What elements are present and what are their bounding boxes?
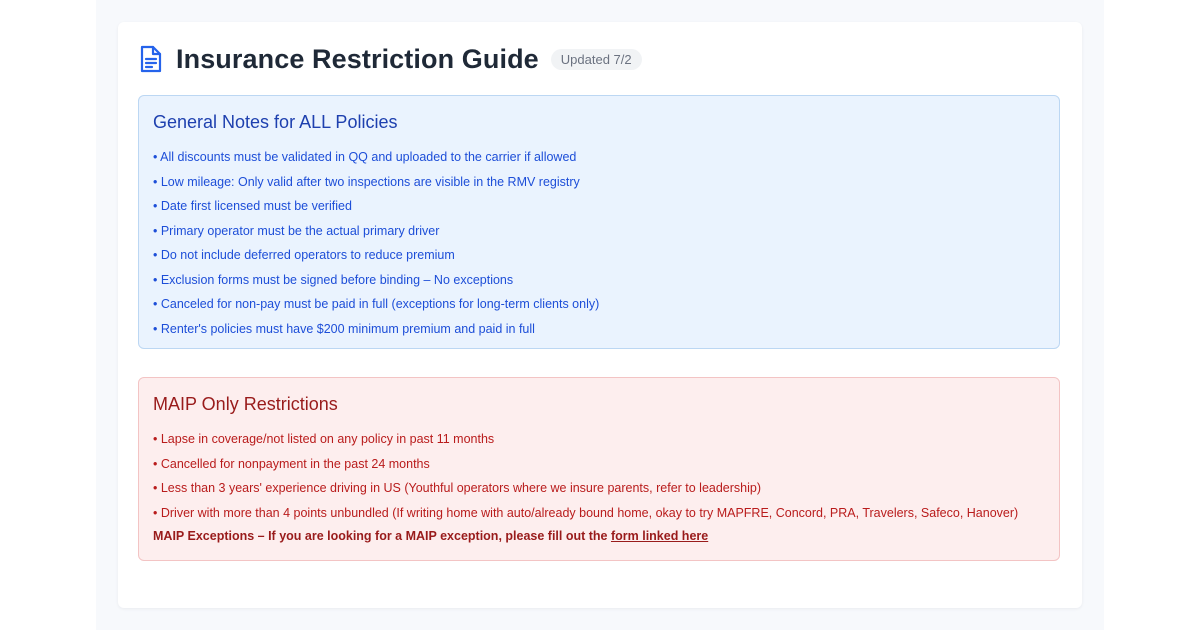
general-notes-panel: General Notes for ALL Policies • All dis…: [138, 95, 1060, 349]
list-item: • Do not include deferred operators to r…: [153, 248, 455, 262]
maip-exception-note: MAIP Exceptions – If you are looking for…: [153, 529, 1045, 543]
updated-badge: Updated 7/2: [550, 48, 642, 70]
list-item: • Less than 3 years' experience driving …: [153, 481, 762, 495]
list-item: • Exclusion forms must be signed before …: [153, 272, 514, 287]
maip-restrictions-title: MAIP Only Restrictions: [153, 394, 338, 414]
form-link[interactable]: form linked here: [611, 529, 708, 543]
general-notes-title: General Notes for ALL Policies: [153, 112, 398, 132]
list-item: • All discounts must be validated in QQ …: [153, 150, 577, 164]
page-header: Insurance Restriction Guide Updated 7/2: [138, 42, 642, 76]
list-item: • Cancelled for nonpayment in the past 2…: [153, 456, 430, 471]
list-item: • Canceled for non-pay must be paid in f…: [153, 297, 600, 311]
list-item: • Renter's policies must have $200 minim…: [153, 321, 535, 336]
guide-card: Insurance Restriction Guide Updated 7/2 …: [118, 22, 1082, 608]
list-item: • Lapse in coverage/not listed on any po…: [153, 432, 495, 446]
list-item: • Low mileage: Only valid after two insp…: [153, 174, 580, 189]
maip-exception-text: MAIP Exceptions – If you are looking for…: [153, 529, 611, 543]
general-notes-list: • All discounts must be validated in QQ …: [153, 145, 1045, 341]
list-item: • Date first licensed must be verified: [153, 199, 352, 213]
list-item: • Driver with more than 4 points unbundl…: [153, 505, 1019, 520]
document-icon: [138, 44, 164, 74]
maip-restrictions-list: • Lapse in coverage/not listed on any po…: [153, 427, 1045, 525]
maip-restrictions-panel: MAIP Only Restrictions • Lapse in covera…: [138, 377, 1060, 561]
list-item: • Primary operator must be the actual pr…: [153, 223, 440, 238]
page-title: Insurance Restriction Guide: [176, 43, 539, 74]
